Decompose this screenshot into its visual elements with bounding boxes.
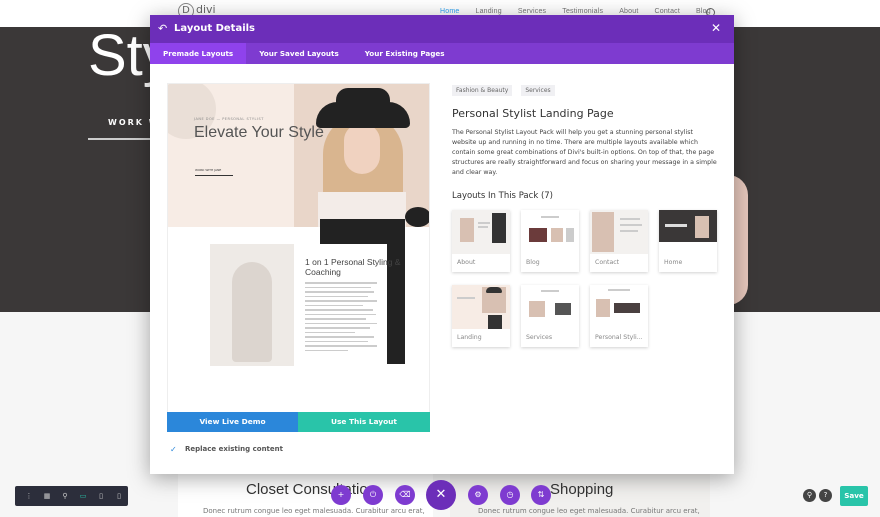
tab-premade-layouts[interactable]: Premade Layouts (150, 43, 247, 64)
menu-item-about[interactable]: About (619, 8, 638, 15)
thumb-label: Contact (595, 259, 620, 266)
back-arrow-icon[interactable]: ↶ (158, 22, 167, 35)
thumb-label: Personal Styli... (595, 334, 643, 341)
thumb-image (452, 210, 510, 254)
pack-description: The Personal Stylist Layout Pack will he… (452, 129, 717, 176)
layout-thumb-home[interactable]: Home (659, 210, 717, 272)
preview-title-2: 1 on 1 Personal Styling & Coaching (305, 257, 401, 277)
power-icon[interactable]: ⏻ (363, 485, 383, 505)
menu-item-services[interactable]: Services (518, 8, 546, 15)
tag[interactable]: Fashion & Beauty (452, 85, 513, 96)
menu-item-contact[interactable]: Contact (654, 8, 680, 15)
thumb-image (452, 285, 510, 329)
search-icon[interactable]: ⚲ (803, 489, 816, 502)
layouts-heading: Layouts In This Pack (7) (452, 191, 553, 201)
thumb-label: Services (526, 334, 553, 341)
phone-icon[interactable]: ▯ (110, 492, 128, 500)
modal-tabs: Premade Layouts Your Saved Layouts Your … (150, 43, 734, 64)
layout-preview-image[interactable]: JANE DOE — PERSONAL STYLIST Elevate Your… (167, 83, 430, 413)
desktop-icon[interactable]: ▭ (74, 492, 92, 500)
preview-button: WORK WITH JANE (195, 168, 233, 176)
layout-thumb-contact[interactable]: Contact (590, 210, 648, 272)
view-live-demo-button[interactable]: View Live Demo (167, 412, 298, 432)
close-builder-icon[interactable]: ✕ (426, 480, 456, 510)
preview-title: Elevate Your Style (194, 124, 324, 141)
preview-text-lines (305, 282, 377, 354)
settings-icon[interactable]: ⚙ (468, 485, 488, 505)
modal-header: ↶ Layout Details ✕ (150, 15, 734, 43)
menu-item-testimonials[interactable]: Testimonials (562, 8, 603, 15)
wireframe-icon[interactable]: ▦ (38, 492, 56, 500)
menu-item-landing[interactable]: Landing (475, 8, 501, 15)
layout-thumb-blog[interactable]: Blog (521, 210, 579, 272)
thumb-label: Landing (457, 334, 482, 341)
layout-thumb-about[interactable]: About (452, 210, 510, 272)
tag[interactable]: Services (521, 85, 555, 96)
replace-content-option[interactable]: ✓ Replace existing content (170, 445, 283, 454)
trash-icon[interactable]: ⌫ (395, 485, 415, 505)
save-button[interactable]: Save (840, 486, 868, 506)
menu-item-home[interactable]: Home (440, 8, 459, 15)
portability-icon[interactable]: ⇅ (531, 485, 551, 505)
site-menu: Home Landing Services Testimonials About… (440, 8, 727, 15)
view-mode-toolbar: ⋮ ▦ ⚲ ▭ ▯ ▯ (15, 486, 128, 506)
thumb-image (521, 285, 579, 329)
preview-kicker: JANE DOE — PERSONAL STYLIST (194, 117, 264, 121)
preview-dark-dot (405, 207, 429, 227)
thumb-image (521, 210, 579, 254)
thumb-image (590, 210, 648, 254)
layout-thumb-personal-stylist[interactable]: Personal Styli... (590, 285, 648, 347)
preview-hat (316, 102, 410, 128)
history-icon[interactable]: ◷ (500, 485, 520, 505)
menu-dots-icon[interactable]: ⋮ (20, 492, 38, 500)
service-card-title: Closet Consultation (246, 481, 377, 498)
preview-model-2 (232, 262, 272, 362)
pack-title: Personal Stylist Landing Page (452, 107, 614, 120)
tab-saved-layouts[interactable]: Your Saved Layouts (246, 43, 352, 64)
modal-title: Layout Details (174, 23, 256, 34)
thumb-image (659, 210, 717, 254)
thumb-label: Home (664, 259, 683, 266)
service-card-text: Donec rutrum congue leo eget malesuada. … (203, 507, 425, 515)
thumb-label: Blog (526, 259, 540, 266)
help-icon[interactable]: ? (819, 489, 832, 502)
layout-thumb-services[interactable]: Services (521, 285, 579, 347)
hero-divider (88, 138, 158, 140)
checkbox-checked-icon[interactable]: ✓ (170, 445, 179, 454)
tab-existing-pages[interactable]: Your Existing Pages (352, 43, 458, 64)
thumb-label: About (457, 259, 476, 266)
category-tags: Fashion & Beauty Services (452, 85, 564, 96)
layout-details-modal: ↶ Layout Details ✕ Premade Layouts Your … (150, 15, 734, 474)
replace-content-label: Replace existing content (185, 445, 283, 453)
close-icon[interactable]: ✕ (711, 21, 721, 35)
use-layout-button[interactable]: Use This Layout (298, 412, 430, 432)
service-card-text: Donec rutrum congue leo eget malesuada. … (478, 507, 700, 515)
preview-model-face (344, 124, 380, 174)
add-icon[interactable]: + (331, 485, 351, 505)
thumb-image (590, 285, 648, 329)
zoom-icon[interactable]: ⚲ (56, 492, 74, 500)
service-card-title: Shopping (550, 481, 614, 498)
tablet-icon[interactable]: ▯ (92, 492, 110, 500)
layout-thumb-landing[interactable]: Landing (452, 285, 510, 347)
